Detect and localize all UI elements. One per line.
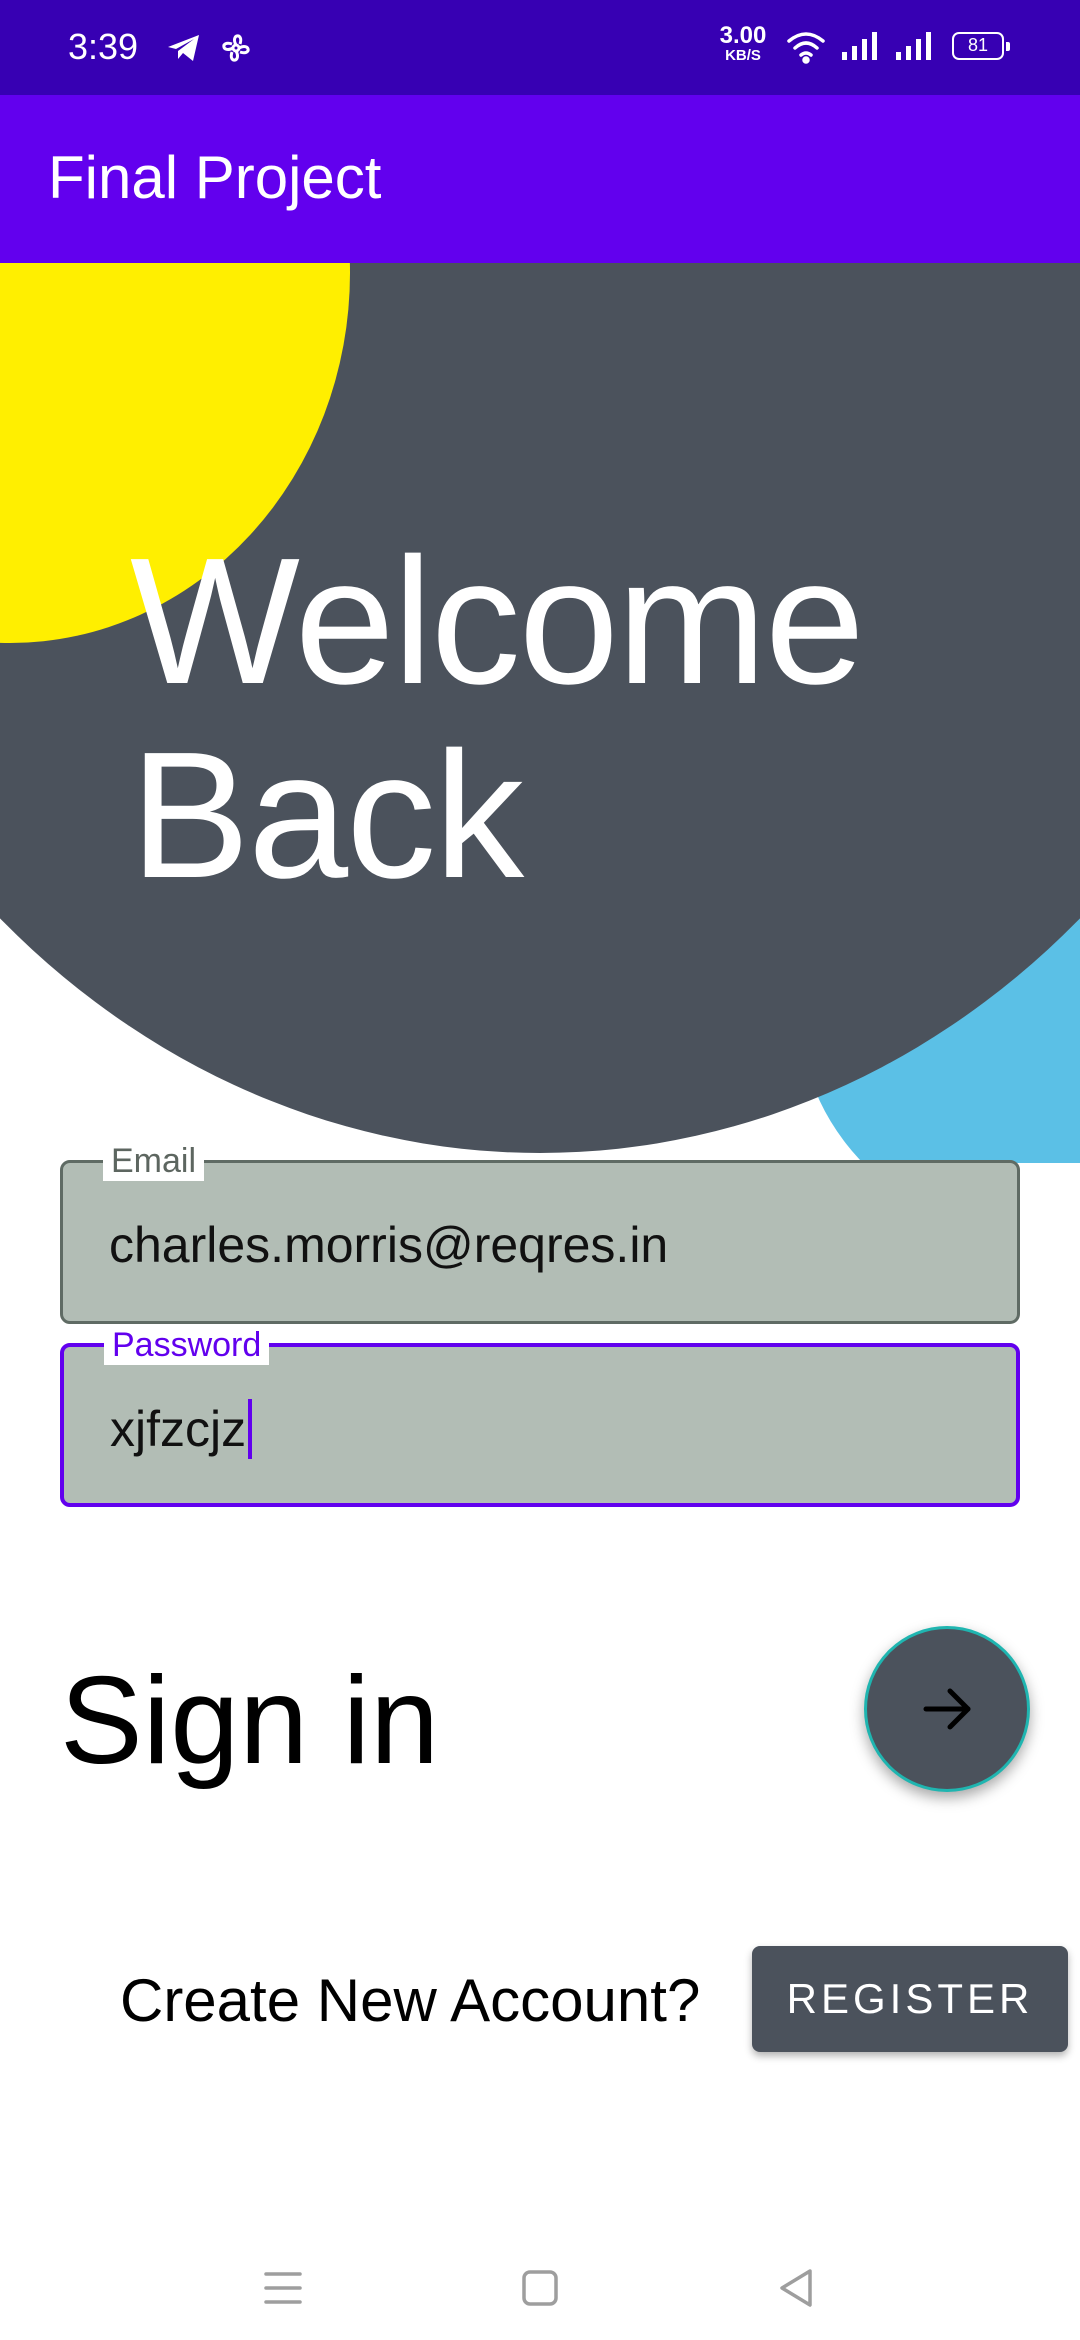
signin-heading: Sign in [60,1652,440,1790]
welcome-heading: Welcome Back [130,521,865,916]
menu-icon[interactable] [263,2270,303,2311]
telegram-icon [166,32,202,69]
hero-banner: Welcome Back [0,263,1080,1163]
signal-icon [894,30,936,67]
welcome-line-1: Welcome [130,521,865,722]
signin-button[interactable] [864,1626,1030,1792]
email-input-value: charles.morris@reqres.in [109,1217,669,1273]
battery-icon: 81 [952,32,1010,60]
network-speed: 3.00 KB/S [712,22,774,64]
text-cursor [248,1399,253,1459]
back-triangle-icon[interactable] [778,2268,814,2313]
password-field[interactable]: Password xjfzcjz [60,1325,1020,1507]
app-title: Final Project [48,144,382,211]
network-speed-value: 3.00 [719,22,767,49]
wifi-icon [786,30,826,69]
register-button[interactable]: REGISTER [752,1946,1068,2052]
password-input-value: xjfzcjz [110,1401,247,1457]
pinwheel-icon [218,30,254,71]
navigation-bar [0,2220,1080,2340]
email-field[interactable]: Email charles.morris@reqres.in [60,1141,1020,1324]
network-speed-unit: KB/S [725,47,761,64]
password-input: xjfzcjz [110,1399,253,1459]
status-bar: 3:39 3.00 KB/S 81 [0,0,1080,95]
status-time: 3:39 [68,26,139,67]
home-square-icon[interactable] [522,2270,558,2311]
welcome-line-2: Back [130,715,524,916]
password-label: Password [104,1325,270,1365]
app-bar: Final Project [0,95,1080,263]
arrow-right-icon [923,1688,971,1730]
signal-icon [840,30,882,67]
email-label: Email [103,1141,205,1181]
create-account-prompt: Create New Account? [120,1967,701,2034]
